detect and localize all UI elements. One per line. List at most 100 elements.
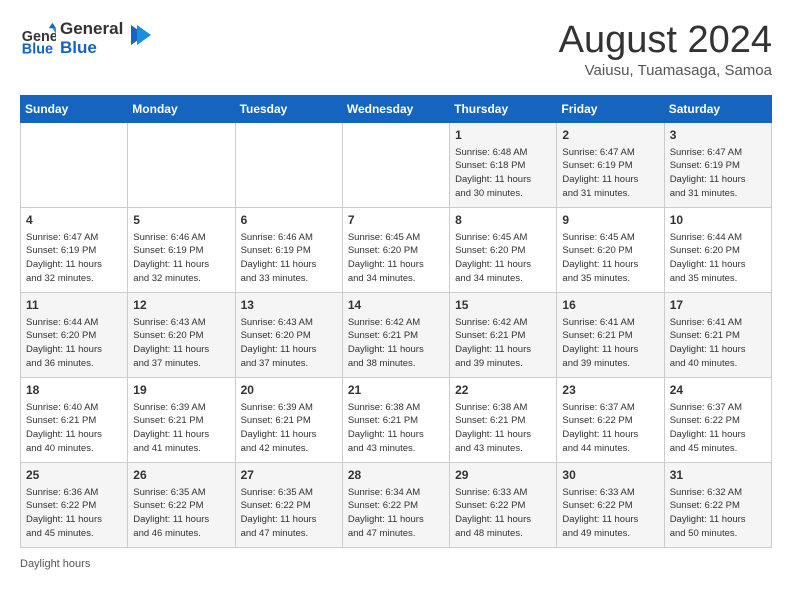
day-number: 5 bbox=[133, 212, 229, 229]
calendar-day-cell bbox=[235, 122, 342, 207]
day-number: 27 bbox=[241, 467, 337, 484]
calendar-day-cell: 2Sunrise: 6:47 AM Sunset: 6:19 PM Daylig… bbox=[557, 122, 664, 207]
calendar-header-row: SundayMondayTuesdayWednesdayThursdayFrid… bbox=[21, 95, 772, 122]
day-of-week-header: Saturday bbox=[664, 95, 771, 122]
day-number: 10 bbox=[670, 212, 766, 229]
day-info: Sunrise: 6:48 AM Sunset: 6:18 PM Dayligh… bbox=[455, 146, 551, 201]
day-number: 24 bbox=[670, 382, 766, 399]
day-number: 8 bbox=[455, 212, 551, 229]
day-number: 11 bbox=[26, 297, 122, 314]
calendar-week-row: 25Sunrise: 6:36 AM Sunset: 6:22 PM Dayli… bbox=[21, 462, 772, 547]
calendar-day-cell: 13Sunrise: 6:43 AM Sunset: 6:20 PM Dayli… bbox=[235, 292, 342, 377]
day-of-week-header: Thursday bbox=[450, 95, 557, 122]
calendar-day-cell: 19Sunrise: 6:39 AM Sunset: 6:21 PM Dayli… bbox=[128, 377, 235, 462]
day-of-week-header: Tuesday bbox=[235, 95, 342, 122]
day-number: 4 bbox=[26, 212, 122, 229]
day-info: Sunrise: 6:42 AM Sunset: 6:21 PM Dayligh… bbox=[455, 316, 551, 371]
calendar-day-cell: 26 Sunrise: 6:35 AM Sunset: 6:22 PM Dayli… bbox=[128, 462, 235, 547]
calendar-body: 1 Sunrise: 6:48 AM Sunset: 6:18 PM Daylig… bbox=[21, 122, 772, 547]
page-header: General Blue General Blue August 2024 Va… bbox=[20, 20, 772, 79]
day-info: Sunrise: 6:47 AM Sunset: 6:19 PM Dayligh… bbox=[26, 231, 122, 286]
day-of-week-header: Friday bbox=[557, 95, 664, 122]
calendar-day-cell: 7 Sunrise: 6:45 AM Sunset: 6:20 PM Daylig… bbox=[342, 207, 449, 292]
day-info: Sunrise: 6:45 AM Sunset: 6:20 PM Dayligh… bbox=[348, 231, 444, 286]
day-info: Sunrise: 6:44 AM Sunset: 6:20 PM Dayligh… bbox=[670, 231, 766, 286]
calendar-day-cell: 31 Sunrise: 6:32 AM Sunset: 6:22 PM Dayli… bbox=[664, 462, 771, 547]
calendar-day-cell bbox=[342, 122, 449, 207]
calendar-table: SundayMondayTuesdayWednesdayThursdayFrid… bbox=[20, 95, 772, 548]
day-info: Sunrise: 6:32 AM Sunset: 6:22 PM Dayligh… bbox=[670, 486, 766, 541]
logo: General Blue General Blue bbox=[20, 20, 151, 57]
day-number: 15 bbox=[455, 297, 551, 314]
daylight-label: Daylight hours bbox=[20, 558, 90, 570]
logo-chevron-icon bbox=[123, 21, 151, 49]
calendar-day-cell: 27 Sunrise: 6:35 AM Sunset: 6:22 PM Dayli… bbox=[235, 462, 342, 547]
day-info: Sunrise: 6:33 AM Sunset: 6:22 PM Dayligh… bbox=[455, 486, 551, 541]
calendar-day-cell: 5 Sunrise: 6:46 AM Sunset: 6:19 PM Daylig… bbox=[128, 207, 235, 292]
day-number: 18 bbox=[26, 382, 122, 399]
calendar-day-cell: 6 Sunrise: 6:46 AM Sunset: 6:19 PM Daylig… bbox=[235, 207, 342, 292]
day-info: Sunrise: 6:36 AM Sunset: 6:22 PM Dayligh… bbox=[26, 486, 122, 541]
day-info: Sunrise: 6:38 AM Sunset: 6:21 PM Dayligh… bbox=[348, 401, 444, 456]
day-info: Sunrise: 6:42 AM Sunset: 6:21 PM Dayligh… bbox=[348, 316, 444, 371]
calendar-day-cell: 8Sunrise: 6:45 AM Sunset: 6:20 PM Daylig… bbox=[450, 207, 557, 292]
location-subtitle: Vaiusu, Tuamasaga, Samoa bbox=[559, 62, 772, 79]
calendar-day-cell: 28 Sunrise: 6:34 AM Sunset: 6:22 PM Dayli… bbox=[342, 462, 449, 547]
day-number: 28 bbox=[348, 467, 444, 484]
day-of-week-header: Monday bbox=[128, 95, 235, 122]
day-number: 23 bbox=[562, 382, 658, 399]
calendar-day-cell: 29Sunrise: 6:33 AM Sunset: 6:22 PM Dayli… bbox=[450, 462, 557, 547]
day-number: 7 bbox=[348, 212, 444, 229]
calendar-week-row: 18 Sunrise: 6:40 AM Sunset: 6:21 PM Dayli… bbox=[21, 377, 772, 462]
calendar-day-cell: 4 Sunrise: 6:47 AM Sunset: 6:19 PM Daylig… bbox=[21, 207, 128, 292]
day-info: Sunrise: 6:41 AM Sunset: 6:21 PM Dayligh… bbox=[670, 316, 766, 371]
day-number: 6 bbox=[241, 212, 337, 229]
day-info: Sunrise: 6:41 AM Sunset: 6:21 PM Dayligh… bbox=[562, 316, 658, 371]
logo-general: General bbox=[60, 20, 123, 39]
day-info: Sunrise: 6:38 AM Sunset: 6:21 PM Dayligh… bbox=[455, 401, 551, 456]
month-year-title: August 2024 bbox=[559, 20, 772, 62]
calendar-day-cell: 20Sunrise: 6:39 AM Sunset: 6:21 PM Dayli… bbox=[235, 377, 342, 462]
calendar-day-cell: 22Sunrise: 6:38 AM Sunset: 6:21 PM Dayli… bbox=[450, 377, 557, 462]
day-of-week-header: Sunday bbox=[21, 95, 128, 122]
calendar-day-cell: 23 Sunrise: 6:37 AM Sunset: 6:22 PM Dayli… bbox=[557, 377, 664, 462]
day-number: 21 bbox=[348, 382, 444, 399]
day-number: 14 bbox=[348, 297, 444, 314]
calendar-day-cell: 15 Sunrise: 6:42 AM Sunset: 6:21 PM Dayli… bbox=[450, 292, 557, 377]
calendar-day-cell bbox=[128, 122, 235, 207]
day-info: Sunrise: 6:35 AM Sunset: 6:22 PM Dayligh… bbox=[133, 486, 229, 541]
calendar-week-row: 1 Sunrise: 6:48 AM Sunset: 6:18 PM Daylig… bbox=[21, 122, 772, 207]
day-number: 26 bbox=[133, 467, 229, 484]
day-info: Sunrise: 6:46 AM Sunset: 6:19 PM Dayligh… bbox=[241, 231, 337, 286]
day-number: 31 bbox=[670, 467, 766, 484]
svg-text:Blue: Blue bbox=[22, 41, 53, 57]
day-info: Sunrise: 6:44 AM Sunset: 6:20 PM Dayligh… bbox=[26, 316, 122, 371]
calendar-day-cell: 16Sunrise: 6:41 AM Sunset: 6:21 PM Dayli… bbox=[557, 292, 664, 377]
day-info: Sunrise: 6:46 AM Sunset: 6:19 PM Dayligh… bbox=[133, 231, 229, 286]
day-number: 1 bbox=[455, 127, 551, 144]
calendar-day-cell: 30Sunrise: 6:33 AM Sunset: 6:22 PM Dayli… bbox=[557, 462, 664, 547]
calendar-day-cell: 9Sunrise: 6:45 AM Sunset: 6:20 PM Daylig… bbox=[557, 207, 664, 292]
footer: Daylight hours bbox=[20, 558, 772, 570]
calendar-day-cell: 14 Sunrise: 6:42 AM Sunset: 6:21 PM Dayli… bbox=[342, 292, 449, 377]
day-info: Sunrise: 6:43 AM Sunset: 6:20 PM Dayligh… bbox=[241, 316, 337, 371]
day-info: Sunrise: 6:34 AM Sunset: 6:22 PM Dayligh… bbox=[348, 486, 444, 541]
day-info: Sunrise: 6:43 AM Sunset: 6:20 PM Dayligh… bbox=[133, 316, 229, 371]
day-number: 12 bbox=[133, 297, 229, 314]
logo-icon: General Blue bbox=[20, 21, 56, 57]
calendar-week-row: 4 Sunrise: 6:47 AM Sunset: 6:19 PM Daylig… bbox=[21, 207, 772, 292]
day-info: Sunrise: 6:37 AM Sunset: 6:22 PM Dayligh… bbox=[562, 401, 658, 456]
calendar-day-cell: 21 Sunrise: 6:38 AM Sunset: 6:21 PM Dayli… bbox=[342, 377, 449, 462]
calendar-day-cell: 12 Sunrise: 6:43 AM Sunset: 6:20 PM Dayli… bbox=[128, 292, 235, 377]
calendar-day-cell: 11 Sunrise: 6:44 AM Sunset: 6:20 PM Dayli… bbox=[21, 292, 128, 377]
day-info: Sunrise: 6:33 AM Sunset: 6:22 PM Dayligh… bbox=[562, 486, 658, 541]
day-info: Sunrise: 6:40 AM Sunset: 6:21 PM Dayligh… bbox=[26, 401, 122, 456]
logo-blue: Blue bbox=[60, 39, 123, 58]
day-info: Sunrise: 6:35 AM Sunset: 6:22 PM Dayligh… bbox=[241, 486, 337, 541]
day-info: Sunrise: 6:39 AM Sunset: 6:21 PM Dayligh… bbox=[241, 401, 337, 456]
calendar-day-cell: 25Sunrise: 6:36 AM Sunset: 6:22 PM Dayli… bbox=[21, 462, 128, 547]
calendar-day-cell: 17Sunrise: 6:41 AM Sunset: 6:21 PM Dayli… bbox=[664, 292, 771, 377]
calendar-day-cell bbox=[21, 122, 128, 207]
day-number: 19 bbox=[133, 382, 229, 399]
calendar-day-cell: 1 Sunrise: 6:48 AM Sunset: 6:18 PM Daylig… bbox=[450, 122, 557, 207]
